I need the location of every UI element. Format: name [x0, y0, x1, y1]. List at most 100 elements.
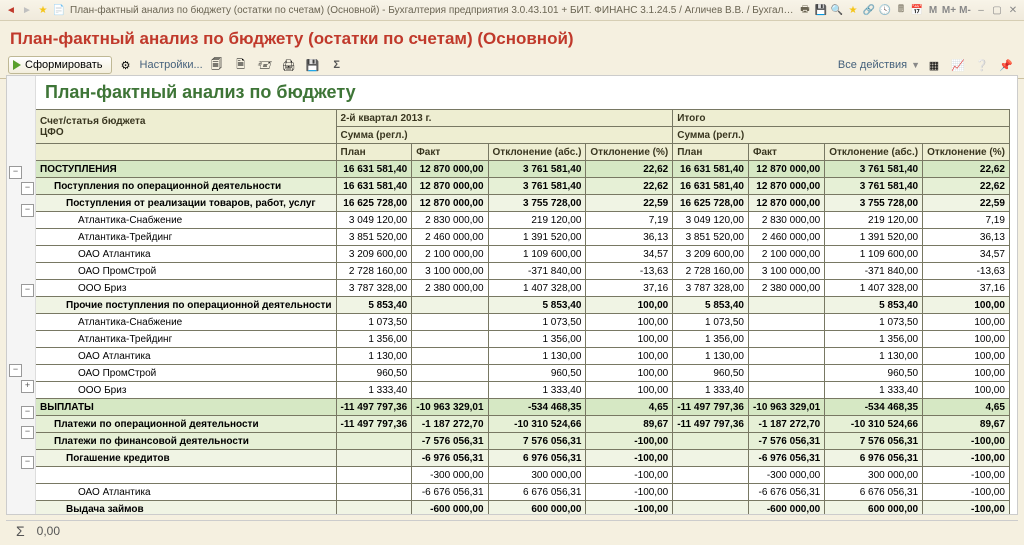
cell-tdevabs: 3 755 728,00 [825, 195, 923, 212]
table-row[interactable]: ОАО Атлантика3 209 600,002 100 000,001 1… [36, 246, 1010, 263]
cell-fact: 12 870 000,00 [412, 195, 488, 212]
hdr-sum1: Сумма (регл.) [336, 127, 673, 144]
cell-tdevabs: -10 310 524,66 [825, 416, 923, 433]
cell-tfact [748, 297, 824, 314]
cell-tfact: 12 870 000,00 [748, 161, 824, 178]
pin-icon[interactable]: 📌 [996, 55, 1016, 75]
save-icon[interactable]: 💾 [814, 3, 828, 17]
table-row[interactable]: ОАО ПромСтрой2 728 160,003 100 000,00-37… [36, 263, 1010, 280]
collapse-btn[interactable]: − [21, 182, 34, 195]
tb-icon-4[interactable]: 🖨 [279, 55, 299, 75]
collapse-btn[interactable]: − [9, 364, 22, 377]
max-icon[interactable]: ▢ [990, 3, 1004, 17]
table-row[interactable]: ВЫПЛАТЫ-11 497 797,36-10 963 329,01-534 … [36, 399, 1010, 416]
mem-mm[interactable]: M- [958, 3, 972, 17]
table-row[interactable]: Поступления по операционной деятельности… [36, 178, 1010, 195]
cell-plan: 3 209 600,00 [336, 246, 412, 263]
cell-tdevabs: 3 761 581,40 [825, 161, 923, 178]
all-actions-button[interactable]: Все действия ▼ [838, 59, 920, 71]
table-row[interactable]: -300 000,00300 000,00-100,00-300 000,003… [36, 467, 1010, 484]
hdr-fact: Факт [412, 144, 488, 161]
cell-devabs: 7 576 056,31 [488, 433, 586, 450]
table-row[interactable]: Атлантика-Снабжение 3 049 120,00 2 830 000… [36, 212, 1010, 229]
help-icon[interactable]: ❔ [972, 55, 992, 75]
hdr-devabs: Отклонение (абс.) [488, 144, 586, 161]
table-row[interactable]: Погашение кредитов-6 976 056,316 976 056… [36, 450, 1010, 467]
cell-fact: -1 187 272,70 [412, 416, 488, 433]
cell-tdevpct: 37,16 [923, 280, 1010, 297]
cell-devpct: 100,00 [586, 348, 673, 365]
expand-btn[interactable]: + [21, 380, 34, 393]
mem-mp[interactable]: M+ [942, 3, 956, 17]
table-row[interactable]: Платежи по операционной деятельности-11 … [36, 416, 1010, 433]
search-icon[interactable]: 🔍 [830, 3, 844, 17]
collapse-btn[interactable]: − [21, 456, 34, 469]
collapse-btn[interactable]: − [21, 204, 34, 217]
cell-devpct: 100,00 [586, 382, 673, 399]
cell-devabs: 3 755 728,00 [488, 195, 586, 212]
cell-fact [412, 331, 488, 348]
table-row[interactable]: ОАО Атлантика-6 676 056,316 676 056,31-1… [36, 484, 1010, 501]
calc-icon[interactable]: 🖩 [894, 3, 908, 17]
cell-tfact [748, 348, 824, 365]
close-icon[interactable]: ✕ [1006, 3, 1020, 17]
nav-fwd-icon[interactable]: ► [20, 3, 34, 17]
table-row[interactable]: Поступления от реализации товаров, работ… [36, 195, 1010, 212]
play-icon [13, 60, 21, 70]
cal-icon[interactable]: 📅 [910, 3, 924, 17]
cell-devpct: 22,59 [586, 195, 673, 212]
table-row[interactable]: Прочие поступления по операционной деяте… [36, 297, 1010, 314]
table-row[interactable]: Выдача займов-600 000,00600 000,00-100,0… [36, 501, 1010, 516]
row-label: Выдача займов [36, 501, 337, 516]
favorite-icon[interactable]: ★ [36, 3, 50, 17]
cell-fact: 2 830 000,00 [412, 212, 488, 229]
table-row[interactable]: ООО Бриз3 787 328,002 380 000,001 407 32… [36, 280, 1010, 297]
cell-tplan: 1 333,40 [673, 382, 749, 399]
collapse-btn[interactable]: − [21, 406, 34, 419]
sum-icon[interactable]: Σ [327, 55, 347, 75]
cell-tfact [748, 314, 824, 331]
hdr-total: Итого [673, 110, 1010, 127]
row-label: Атлантика-Снабжение [36, 212, 337, 229]
collapse-btn[interactable]: − [9, 166, 22, 179]
chart-icon[interactable]: 📈 [948, 55, 968, 75]
min-icon[interactable]: – [974, 3, 988, 17]
table-row[interactable]: ООО Бриз1 333,401 333,40100,001 333,401 … [36, 382, 1010, 399]
table-row[interactable]: Атлантика-Снабжение1 073,501 073,50100,0… [36, 314, 1010, 331]
table-row[interactable]: ОАО Атлантика1 130,001 130,00100,001 130… [36, 348, 1010, 365]
cell-tdevabs: -534 468,35 [825, 399, 923, 416]
cell-fact: -300 000,00 [412, 467, 488, 484]
cell-tdevpct: -100,00 [923, 484, 1010, 501]
cell-devabs: 6 976 056,31 [488, 450, 586, 467]
cell-tdevpct: 100,00 [923, 348, 1010, 365]
table-row[interactable]: Атлантика-Трейдинг3 851 520,002 460 000,… [36, 229, 1010, 246]
table-row[interactable]: Атлантика-Трейдинг1 356,001 356,00100,00… [36, 331, 1010, 348]
tb-icon-5[interactable]: 💾 [303, 55, 323, 75]
cell-tplan: 3 049 120,00 [673, 212, 749, 229]
star-icon[interactable]: ★ [846, 3, 860, 17]
row-label: ООО Бриз [36, 280, 337, 297]
form-button[interactable]: Сформировать [8, 56, 112, 74]
print-icon[interactable]: 🖶 [798, 3, 812, 17]
cell-fact [412, 365, 488, 382]
link-icon[interactable]: 🔗 [862, 3, 876, 17]
collapse-btn[interactable]: − [21, 284, 34, 297]
table-row[interactable]: ОАО ПромСтрой960,50960,50100,00960,50960… [36, 365, 1010, 382]
clock-icon[interactable]: 🕓 [878, 3, 892, 17]
nav-back-icon[interactable]: ◄ [4, 3, 18, 17]
cell-tdevpct: -100,00 [923, 450, 1010, 467]
mem-m[interactable]: M [926, 3, 940, 17]
tb-icon-3[interactable]: 🖅 [255, 55, 275, 75]
cell-tdevpct: -100,00 [923, 501, 1010, 516]
cell-tfact: 2 380 000,00 [748, 280, 824, 297]
cell-tplan: 960,50 [673, 365, 749, 382]
tb-icon-2[interactable]: 🗎 [231, 55, 251, 75]
tb-icon-1[interactable]: 🗐 [207, 55, 227, 75]
table-row[interactable]: Платежи по финансовой деятельности-7 576… [36, 433, 1010, 450]
settings-link[interactable]: Настройки... [140, 59, 203, 71]
report-table: Счет/статья бюджетаЦФО 2-й квартал 2013 … [35, 109, 1010, 515]
collapse-btn[interactable]: − [21, 426, 34, 439]
table-row[interactable]: ПОСТУПЛЕНИЯ16 631 581,4012 870 000,003 7… [36, 161, 1010, 178]
settings-icon[interactable]: ⚙ [116, 55, 136, 75]
grid-icon[interactable]: ▦ [924, 55, 944, 75]
